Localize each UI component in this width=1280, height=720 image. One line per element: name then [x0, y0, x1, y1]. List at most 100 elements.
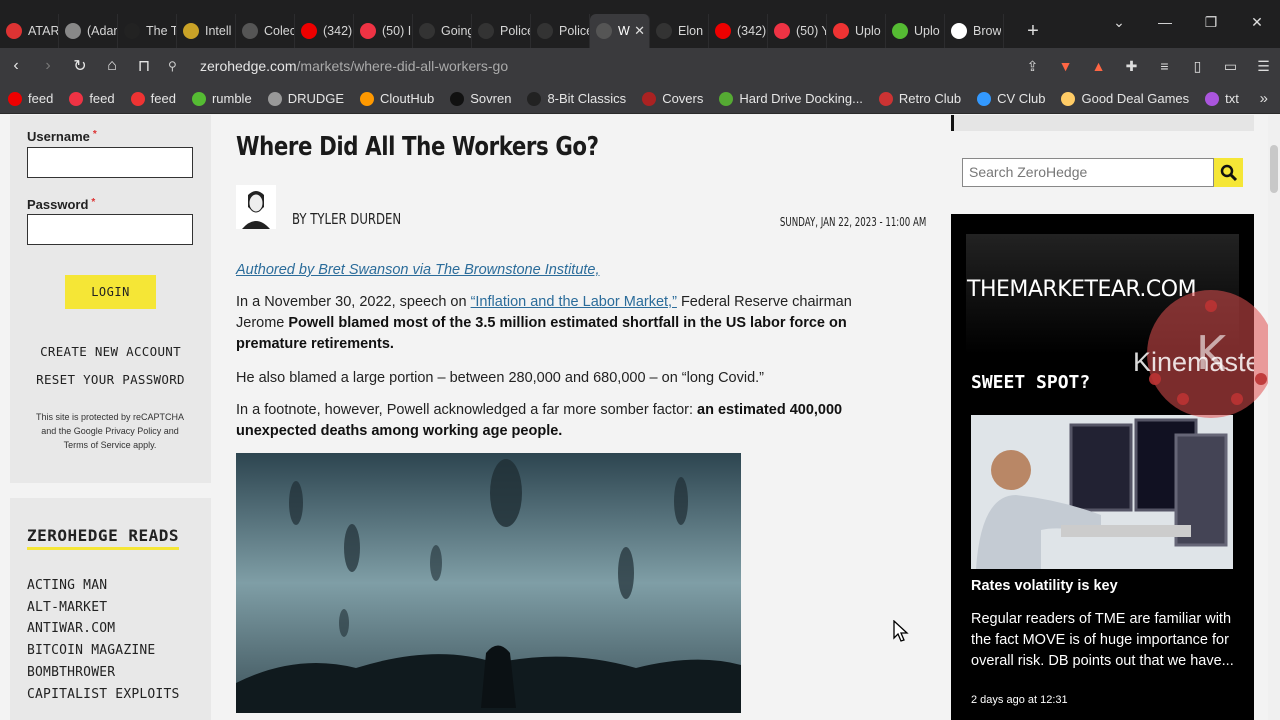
password-input[interactable]	[27, 214, 193, 245]
tab-title: (342)	[323, 24, 353, 38]
browser-tab[interactable]: Brow	[945, 14, 1004, 48]
tab-favicon-icon	[537, 23, 553, 39]
reset-password-link[interactable]: RESET YOUR PASSWORD	[10, 372, 211, 387]
bookmark-label: Retro Club	[898, 91, 962, 106]
tab-favicon-icon	[833, 23, 849, 39]
new-tab-button[interactable]: +	[1018, 14, 1048, 48]
bookmark-item[interactable]: CloutHub	[360, 91, 434, 106]
browser-tab[interactable]: The T	[118, 14, 177, 48]
home-button[interactable]: ⌂	[96, 57, 128, 75]
tab-search-icon[interactable]: ⌄	[1096, 14, 1142, 31]
article-byline[interactable]: BY TYLER DURDEN	[292, 210, 401, 228]
reads-item[interactable]: CAPITALIST EXPLOITS	[27, 687, 180, 702]
attribution-link[interactable]: Authored by Bret Swanson via The Brownst…	[236, 262, 600, 278]
browser-tab[interactable]: (50) I	[354, 14, 413, 48]
brave-shields-icon[interactable]: ▼	[1049, 58, 1082, 74]
scrollbar-thumb[interactable]	[1270, 145, 1278, 193]
tab-title: Uplo	[855, 24, 881, 38]
bookmark-icon[interactable]: ⊓	[128, 56, 160, 76]
brave-rewards-icon[interactable]: ▲	[1082, 58, 1115, 74]
paragraph-2: He also blamed a large portion – between…	[236, 370, 765, 386]
tab-favicon-icon	[419, 23, 435, 39]
sidebar-ad[interactable]: THEMARKETEAR.COM SWEET SPOT? Rates volat…	[951, 214, 1275, 720]
browser-tab[interactable]: Police	[472, 14, 531, 48]
browser-tab[interactable]: Uplo	[827, 14, 886, 48]
bookmark-item[interactable]: 8-Bit Classics	[527, 91, 626, 106]
search-placeholder: Search ZeroHedge	[969, 164, 1088, 180]
tab-favicon-icon	[892, 23, 908, 39]
forward-button[interactable]: ›	[32, 57, 64, 75]
tab-title: Uplo	[914, 24, 940, 38]
bookmark-item[interactable]: feed	[130, 91, 176, 106]
page-scrollbar[interactable]	[1268, 115, 1280, 720]
bookmark-favicon-icon	[977, 91, 992, 106]
browser-tab[interactable]: Elon	[650, 14, 709, 48]
reads-item[interactable]: ACTING MAN	[27, 578, 107, 593]
extensions-icon[interactable]: ✚	[1115, 58, 1148, 75]
bookmark-favicon-icon	[1205, 91, 1220, 106]
search-button[interactable]	[1214, 158, 1243, 187]
tab-title: Brow	[973, 24, 1002, 38]
tab-title: Intell	[205, 24, 232, 38]
username-label: Username *	[27, 129, 97, 144]
bookmark-item[interactable]: Good Deal Games	[1061, 91, 1189, 106]
bookmarks-overflow-icon[interactable]: »	[1260, 90, 1268, 107]
bookmark-item[interactable]: Hard Drive Docking...	[719, 91, 863, 106]
tab-title: W	[618, 24, 630, 38]
wallet-icon[interactable]: ▭	[1214, 58, 1247, 75]
tab-title: ATAR	[28, 24, 58, 38]
close-window-button[interactable]: ✕	[1234, 14, 1280, 31]
tab-strip: ATAR (Adar The T Intell Colec (342) (50) I Goin…	[0, 0, 1280, 48]
toolbar-extensions: ⇪ ▼ ▲ ✚ ≡ ▯ ▭ ☰	[1016, 48, 1280, 84]
close-tab-icon[interactable]: ✕	[634, 23, 645, 39]
browser-tab[interactable]: Colec	[236, 14, 295, 48]
browser-tab[interactable]: W ✕	[590, 14, 650, 48]
kinemaster-watermark: Kinemaster	[1133, 347, 1254, 377]
reload-button[interactable]: ↻	[64, 56, 96, 76]
browser-tab[interactable]: Police	[531, 14, 590, 48]
bookmark-item[interactable]: feed	[69, 91, 115, 106]
restore-button[interactable]: ❐	[1188, 14, 1234, 31]
bookmark-item[interactable]: txt	[1205, 91, 1239, 106]
browser-tab[interactable]: Intell	[177, 14, 236, 48]
bookmark-item[interactable]: rumble	[191, 91, 252, 106]
url-path: /markets/where-did-all-workers-go	[296, 58, 509, 74]
address-bar[interactable]: ⚲ zerohedge.com/markets/where-did-all-wo…	[168, 48, 1028, 84]
sidebar-icon[interactable]: ▯	[1181, 58, 1214, 75]
bookmark-item[interactable]: Retro Club	[878, 91, 962, 106]
menu-icon[interactable]: ☰	[1247, 58, 1280, 75]
browser-tab[interactable]: (50) Y	[768, 14, 827, 48]
site-info-icon[interactable]: ⚲	[168, 59, 182, 73]
reads-item[interactable]: ALT-MARKET	[27, 600, 107, 615]
bookmark-item[interactable]: Covers	[642, 91, 703, 106]
browser-tab[interactable]: Going	[413, 14, 472, 48]
browser-tab[interactable]: (342)	[709, 14, 768, 48]
tab-list: ATAR (Adar The T Intell Colec (342) (50) I Goin…	[0, 14, 1004, 48]
create-account-link[interactable]: CREATE NEW ACCOUNT	[10, 344, 211, 359]
bookmark-favicon-icon	[1061, 91, 1076, 106]
minimize-button[interactable]: —	[1142, 14, 1188, 31]
bookmark-item[interactable]: DRUDGE	[267, 91, 344, 106]
reads-item[interactable]: BOMBTHROWER	[27, 665, 115, 680]
tab-title: (50) I	[382, 24, 412, 38]
search-input[interactable]: Search ZeroHedge	[962, 158, 1214, 187]
web-page: Username * Password * LOGIN CREATE NEW ACC…	[0, 115, 1280, 720]
inflation-link[interactable]: “Inflation and the Labor Market,”	[471, 294, 677, 310]
reads-item[interactable]: BITCOIN MAGAZINE	[27, 643, 155, 658]
bookmark-item[interactable]: Sovren	[450, 91, 511, 106]
bookmark-favicon-icon	[360, 91, 375, 106]
password-label: Password *	[27, 197, 96, 212]
bookmark-item[interactable]: feed	[8, 91, 53, 106]
attribution-paragraph: Authored by Bret Swanson via The Brownst…	[236, 260, 896, 281]
bookmark-item[interactable]: CV Club	[977, 91, 1045, 106]
browser-tab[interactable]: ATAR	[0, 14, 59, 48]
reads-item[interactable]: ANTIWAR.COM	[27, 621, 115, 636]
playlist-icon[interactable]: ≡	[1148, 58, 1181, 74]
username-input[interactable]	[27, 147, 193, 178]
browser-tab[interactable]: (Adar	[59, 14, 118, 48]
browser-tab[interactable]: (342)	[295, 14, 354, 48]
share-icon[interactable]: ⇪	[1016, 58, 1049, 75]
browser-tab[interactable]: Uplo	[886, 14, 945, 48]
login-button[interactable]: LOGIN	[65, 275, 156, 309]
back-button[interactable]: ‹	[0, 57, 32, 75]
